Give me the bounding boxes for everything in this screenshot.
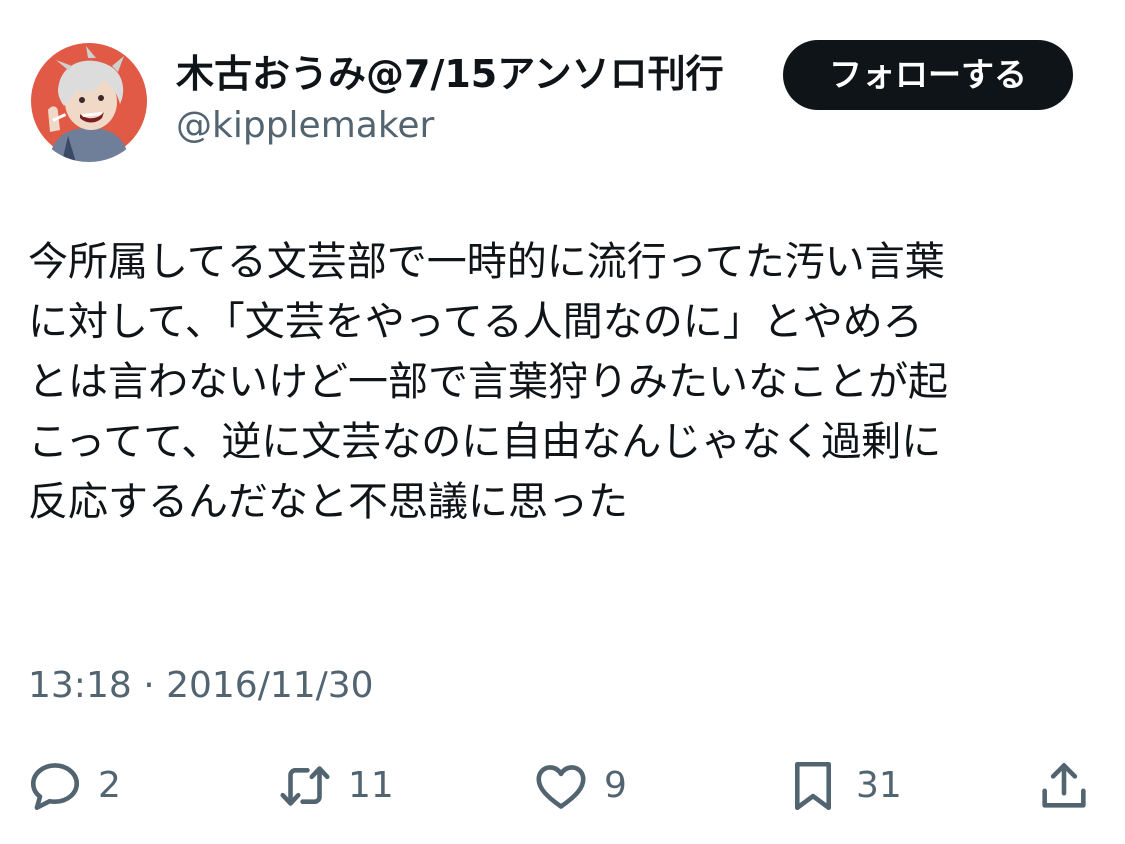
like-button[interactable]: 9 (532, 756, 627, 816)
reply-button[interactable]: 2 (26, 756, 121, 816)
tweet-text-line: 今所属してる文芸部で一時的に流行ってた汚い言葉 (28, 239, 945, 285)
author-display-name[interactable]: 木古おうみ@7/15アンソロ刊行 (176, 50, 724, 98)
retweet-icon (276, 757, 334, 815)
reply-icon (26, 757, 84, 815)
tweet-text-line: こってて、逆に文芸なのに自由なんじゃなく過剰に (28, 419, 942, 465)
share-button[interactable] (1035, 756, 1093, 816)
like-count: 9 (604, 765, 627, 806)
share-icon (1035, 757, 1093, 815)
avatar-illustration (28, 40, 150, 162)
retweet-button[interactable]: 11 (276, 756, 394, 816)
author-handle[interactable]: @kipplemaker (176, 103, 434, 149)
bookmark-count: 31 (856, 765, 902, 806)
avatar[interactable] (28, 40, 150, 162)
tweet-timestamp[interactable]: 13:18 · 2016/11/30 (28, 664, 374, 708)
reply-count: 2 (98, 765, 121, 806)
bookmark-button[interactable]: 31 (784, 756, 902, 816)
follow-button[interactable]: フォローする (783, 40, 1073, 110)
tweet-text: 今所属してる文芸部で一時的に流行ってた汚い言葉 に対して、「文芸をやってる人間な… (28, 232, 1088, 532)
bookmark-icon (784, 757, 842, 815)
tweet-text-line: とは言わないけど一部で言葉狩りみたいなことが起 (28, 359, 948, 405)
heart-icon (532, 757, 590, 815)
tweet-text-line: 反応するんだなと不思議に思った (28, 479, 628, 525)
tweet-text-line: に対して、「文芸をやってる人間なのに」とやめろ (28, 299, 923, 345)
retweet-count: 11 (348, 765, 394, 806)
